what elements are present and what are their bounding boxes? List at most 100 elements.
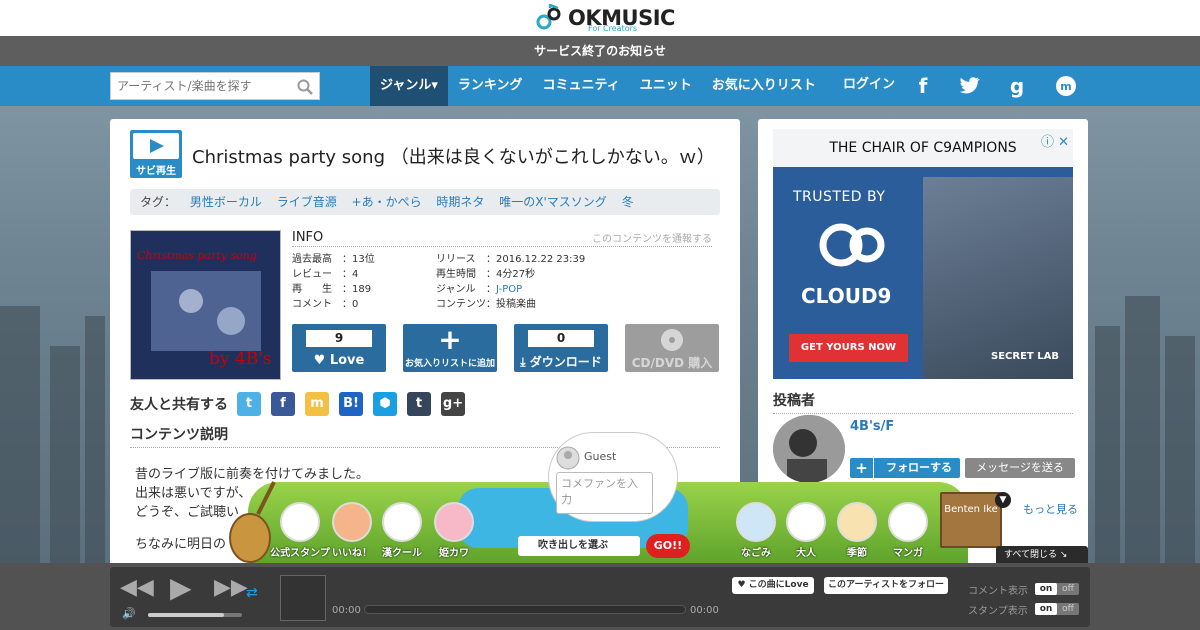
season-stamp-icon[interactable] (837, 502, 877, 542)
stamp-label: 漢クール (382, 548, 422, 559)
googleplus-share-icon[interactable]: g+ (441, 392, 465, 416)
sabi-label: サビ再生 (136, 166, 176, 177)
cd-dvd-button[interactable]: CD/DVD 購入 (625, 324, 719, 372)
svg-text:m: m (1060, 80, 1071, 93)
tag-bar: タグ： 男性ボーカル ライブ音源 +あ・かぺら 時期ネタ 唯一のX'マスソング … (130, 189, 720, 215)
main-navbar: ジャンル▾ ランキング コミュニティ ユニット お気に入りリスト ログイン f … (0, 66, 1200, 106)
music-player: ◀◀ ▶ ▶▶ ⇄ 🔊 00:00 00:00 ♥ この曲にLove このアーテ… (0, 563, 1200, 630)
like-stamp-icon[interactable] (332, 502, 372, 542)
ad-close-icon[interactable]: ⓘ ✕ (1041, 131, 1069, 150)
volume-icon[interactable]: 🔊 (122, 607, 136, 620)
line-share-icon[interactable]: ⬢ (373, 392, 397, 416)
ad-cta-button[interactable]: GET YOURS NOW (789, 334, 908, 362)
cd-label: CD/DVD 購入 (631, 356, 713, 370)
info-block: INFO このコンテンツを通報する 過去最高 ：13位 レビュー ：4 再 生：18… (292, 230, 712, 310)
poster-name[interactable]: 4B's/F (850, 419, 894, 434)
benten-ike-sign[interactable]: Benten Ike (940, 492, 1002, 548)
info-row: リリース ：2016.12.22 23:39 (436, 254, 586, 265)
poster-heading: 投稿者 (773, 390, 1073, 414)
ad-photo (923, 177, 1073, 379)
player-thumbnail (280, 575, 326, 621)
play-icon (133, 133, 179, 159)
search-input[interactable] (111, 73, 291, 99)
tag-link[interactable]: 男性ボーカル (190, 195, 262, 209)
nav-ranking[interactable]: ランキング (448, 66, 533, 106)
mixi-icon[interactable]: m (1054, 74, 1078, 98)
jacket-artist-text: by 4B's (209, 349, 272, 369)
select-bubble-button[interactable]: 吹き出しを選ぶ (518, 536, 640, 556)
cool-stamp-icon[interactable] (382, 502, 422, 542)
okmusic-logo[interactable]: OKMUSIC For Creators (536, 2, 675, 34)
hatena-share-icon[interactable]: B! (339, 392, 363, 416)
tag-link[interactable]: 冬 (622, 195, 634, 209)
love-label: Love (329, 353, 365, 368)
comment-toggle-label: コメント表示 (968, 586, 1028, 597)
description-line: ちなみに明日の (135, 537, 227, 552)
love-button[interactable]: 9 ♥ Love (292, 324, 386, 372)
volume-slider[interactable] (148, 613, 242, 617)
repeat-icon[interactable]: ⇄ (246, 585, 258, 601)
comment-toggle[interactable]: on off (1035, 583, 1079, 595)
previous-icon[interactable]: ◀◀ (120, 575, 154, 600)
nav-genre[interactable]: ジャンル▾ (370, 66, 448, 106)
logo-icon (536, 4, 561, 30)
nav-community[interactable]: コミュニティ (533, 66, 630, 106)
tag-link[interactable]: +あ・かぺら (352, 195, 422, 209)
service-end-notice[interactable]: サービス終了のお知らせ (0, 36, 1200, 66)
google-icon[interactable]: g (1005, 74, 1029, 98)
time-current: 00:00 (332, 605, 361, 616)
download-button[interactable]: 0 ⤓ ダウンロード (514, 324, 608, 372)
cute-stamp-icon[interactable] (434, 502, 474, 542)
mixi-share-icon[interactable]: m (305, 392, 329, 416)
nav-unit[interactable]: ユニット (630, 66, 702, 106)
tags-label: タグ： (140, 195, 177, 209)
login-link[interactable]: ログイン (843, 66, 895, 104)
sabi-play-button[interactable]: サビ再生 (130, 130, 182, 178)
tumblr-share-icon[interactable]: t (407, 392, 431, 416)
player-inner: ◀◀ ▶ ▶▶ ⇄ 🔊 00:00 00:00 ♥ この曲にLove このアーテ… (110, 567, 1090, 627)
heart-icon: ♥ (737, 580, 749, 590)
adult-stamp-icon[interactable] (786, 502, 826, 542)
report-link[interactable]: このコンテンツを通報する (592, 230, 712, 245)
seek-bar[interactable] (364, 605, 686, 614)
share-label: 友人と共有する (130, 397, 228, 413)
logo-subtitle: For Creators (588, 24, 638, 33)
twitter-icon[interactable] (957, 74, 981, 98)
advertisement[interactable]: THE CHAIR OF C9AMPIONS ⓘ ✕ TRUSTED BY CL… (773, 129, 1073, 379)
heart-icon: ♥ (313, 353, 330, 368)
tag-link[interactable]: 時期ネタ (436, 195, 484, 209)
jacket-title-text: Christmas party song (137, 249, 257, 262)
comment-input[interactable]: コメファンを入力 (556, 472, 653, 514)
next-icon[interactable]: ▶▶ (214, 575, 248, 600)
stamp-overlay: 公式スタンプ いいね！ 漢クール 姫カワ Guest コメファンを入力 吹き出し… (218, 432, 1103, 564)
guest-avatar-icon (556, 446, 580, 470)
play-icon[interactable]: ▶ (170, 571, 192, 604)
manga-stamp-icon[interactable] (888, 502, 928, 542)
song-jacket-image: Christmas party song by 4B's (130, 230, 281, 380)
song-title: Christmas party song （出来は良くないがこれしかない。ｗ） (192, 147, 715, 168)
search-icon[interactable] (297, 79, 313, 95)
tag-link[interactable]: 唯一のX'マスソング (499, 195, 607, 209)
chevron-down-icon[interactable]: ▼ (995, 492, 1011, 508)
follow-artist-button[interactable]: このアーティストをフォロー (824, 577, 948, 594)
add-favorite-button[interactable]: + お気入りリストに追加 (403, 324, 497, 372)
twitter-share-icon[interactable]: t (237, 392, 261, 416)
calm-stamp-icon[interactable] (736, 502, 776, 542)
facebook-share-icon[interactable]: f (271, 392, 295, 416)
top-header: OKMUSIC For Creators (0, 0, 1200, 36)
download-icon: ⤓ (520, 355, 530, 369)
nav-favorites[interactable]: お気に入りリスト (702, 66, 826, 106)
official-stamp-icon[interactable] (280, 502, 320, 542)
facebook-icon[interactable]: f (911, 74, 935, 98)
genre-link[interactable]: J-POP (496, 284, 522, 295)
go-button[interactable]: GO!! (646, 534, 690, 558)
ad-maker: SECRET LAB (991, 351, 1059, 362)
close-all-button[interactable]: すべて閉じる ↘ (996, 546, 1088, 564)
stamp-toggle[interactable]: on off (1035, 603, 1079, 615)
stamp-toggle-label: スタンプ表示 (968, 606, 1028, 617)
download-count: 0 (528, 330, 594, 347)
tag-link[interactable]: ライブ音源 (277, 195, 337, 209)
nav-menu: ジャンル▾ ランキング コミュニティ ユニット お気に入りリスト (370, 66, 826, 106)
plus-icon: + (438, 323, 462, 356)
love-song-button[interactable]: ♥ この曲にLove (732, 577, 814, 594)
